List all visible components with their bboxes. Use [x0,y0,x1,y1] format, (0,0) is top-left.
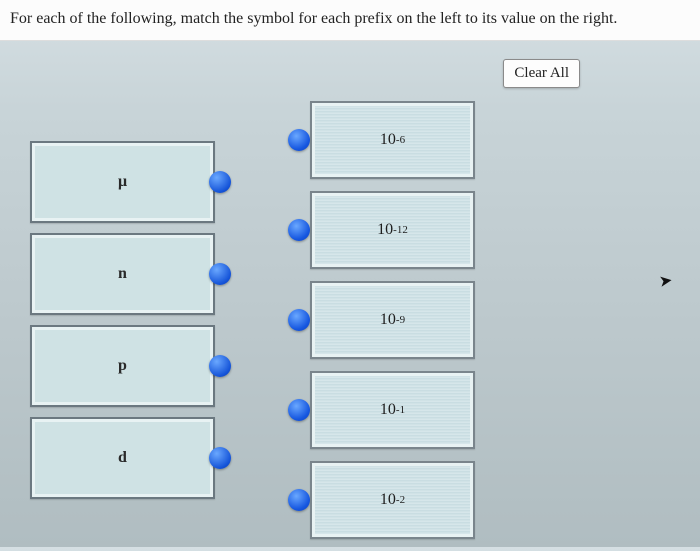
value-slot[interactable]: 10-12 [310,191,475,269]
value-slot-wrap: 10-12 [310,191,475,269]
prefix-tile[interactable]: n [30,233,215,315]
value-slot-wrap: 10-1 [310,371,475,449]
value-slot-wrap: 10-9 [310,281,475,359]
value-base: 10 [377,221,393,239]
prefix-tile[interactable]: μ [30,141,215,223]
prefix-tile[interactable]: p [30,325,215,407]
matching-stage: Clear All μ n p d 10-6 10-12 [0,41,700,541]
cursor-icon: ➤ [657,270,673,292]
value-base: 10 [380,311,396,329]
connector-peg-icon[interactable] [209,171,231,193]
prefix-label: p [118,357,127,375]
value-base: 10 [380,401,396,419]
connector-socket-icon[interactable] [288,489,310,511]
connector-peg-icon[interactable] [209,447,231,469]
value-slot[interactable]: 10-6 [310,101,475,179]
value-slot[interactable]: 10-2 [310,461,475,539]
connector-peg-icon[interactable] [209,355,231,377]
prefix-label: n [118,265,127,283]
instruction-text: For each of the following, match the sym… [0,0,700,41]
prefix-label: d [118,449,127,467]
clear-all-button[interactable]: Clear All [503,59,580,88]
value-column: 10-6 10-12 10-9 10-1 10-2 [310,101,475,551]
prefix-column: μ n p d [30,141,215,509]
value-slot-wrap: 10-6 [310,101,475,179]
prefix-label: μ [118,173,127,191]
value-slot-wrap: 10-2 [310,461,475,539]
connector-socket-icon[interactable] [288,309,310,331]
value-base: 10 [380,131,396,149]
connector-socket-icon[interactable] [288,219,310,241]
prefix-tile[interactable]: d [30,417,215,499]
connector-socket-icon[interactable] [288,129,310,151]
value-base: 10 [380,491,396,509]
connector-peg-icon[interactable] [209,263,231,285]
value-slot[interactable]: 10-1 [310,371,475,449]
value-slot[interactable]: 10-9 [310,281,475,359]
connector-socket-icon[interactable] [288,399,310,421]
